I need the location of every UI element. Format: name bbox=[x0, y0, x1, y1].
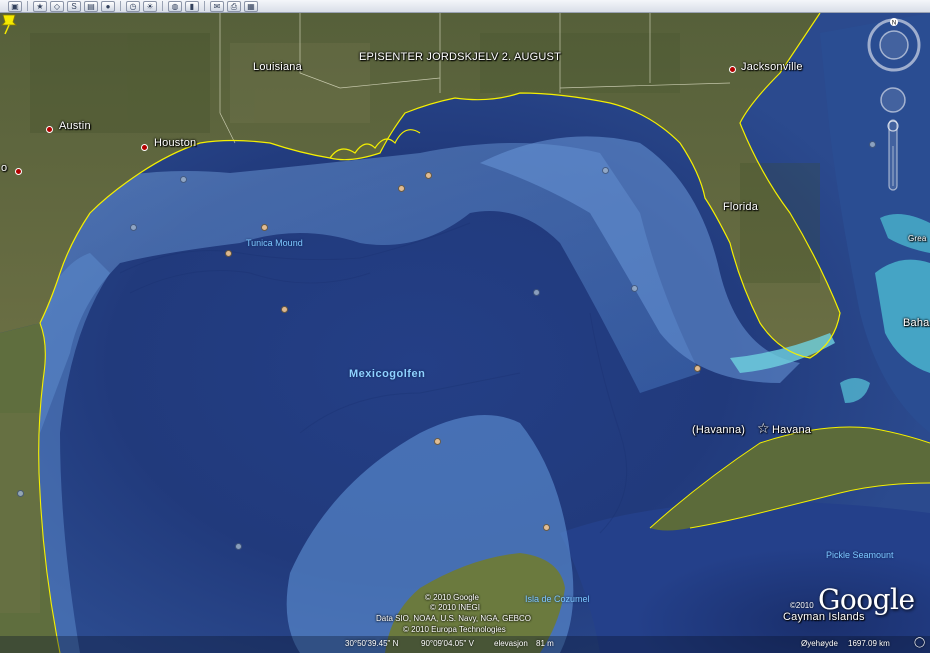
label-havana-native: (Havanna) bbox=[692, 424, 746, 436]
poi-marker[interactable] bbox=[631, 285, 638, 292]
label-bahamas-partial: Baha bbox=[903, 317, 930, 329]
poi-marker[interactable] bbox=[434, 438, 441, 445]
map-view[interactable]: EPISENTER JORDSKJELV 2. AUGUST Austin Ho… bbox=[0, 13, 930, 653]
logo-year: ©2010 bbox=[790, 601, 814, 610]
add-polygon-icon[interactable]: ◇ bbox=[50, 0, 64, 12]
ruler-icon[interactable]: ▮ bbox=[185, 0, 199, 12]
label-pickle-seamount: Pickle Seamount bbox=[826, 550, 894, 560]
city-marker-houston[interactable] bbox=[141, 144, 148, 151]
record-tour-icon[interactable]: ● bbox=[101, 0, 115, 12]
toolbar: ▣ ★ ◇ S ▤ ● ◷ ☀ ◍ ▮ ✉ ⎙ ▦ bbox=[0, 0, 930, 13]
attribution-data-sources: Data SIO, NOAA, U.S. Navy, NGA, GEBCO bbox=[376, 614, 531, 623]
status-eye-altitude-label: Øyehøyde bbox=[801, 639, 838, 648]
print-icon[interactable]: ⎙ bbox=[227, 0, 241, 12]
label-jacksonville: Jacksonville bbox=[741, 61, 803, 73]
label-edge-city: o bbox=[1, 162, 8, 174]
poi-marker[interactable] bbox=[533, 289, 540, 296]
poi-marker[interactable] bbox=[869, 141, 876, 148]
attribution-google: © 2010 Google bbox=[425, 593, 479, 602]
sidebar-toggle-icon[interactable]: ▣ bbox=[8, 0, 22, 12]
status-elevation-label: elevasjon bbox=[494, 639, 528, 648]
compass-ring-icon[interactable]: N bbox=[866, 17, 922, 73]
poi-marker[interactable] bbox=[602, 167, 609, 174]
label-isla-de-cozumel: Isla de Cozumel bbox=[525, 594, 590, 604]
poi-marker[interactable] bbox=[425, 172, 432, 179]
poi-marker[interactable] bbox=[225, 250, 232, 257]
add-overlay-icon[interactable]: ▤ bbox=[84, 0, 98, 12]
poi-marker[interactable] bbox=[235, 543, 242, 550]
city-marker-austin[interactable] bbox=[46, 126, 53, 133]
toolbar-separator bbox=[27, 1, 28, 11]
pushpin-icon[interactable] bbox=[0, 13, 18, 35]
label-havana: Havana bbox=[772, 424, 812, 436]
poi-marker[interactable] bbox=[543, 524, 550, 531]
attribution-europa: © 2010 Europa Technologies bbox=[403, 625, 506, 634]
historical-imagery-icon[interactable]: ◷ bbox=[126, 0, 140, 12]
label-great-partial: Grea bbox=[908, 234, 927, 243]
poi-marker[interactable] bbox=[17, 490, 24, 497]
status-longitude: 90°09'04.05" V bbox=[421, 639, 474, 648]
svg-text:N: N bbox=[892, 21, 896, 27]
attribution-inegi: © 2010 INEGI bbox=[430, 603, 480, 612]
email-icon[interactable]: ✉ bbox=[210, 0, 224, 12]
label-tunica-mound: Tunica Mound bbox=[246, 238, 303, 248]
add-path-icon[interactable]: S bbox=[67, 0, 81, 12]
view-in-maps-icon[interactable]: ▦ bbox=[244, 0, 258, 12]
toolbar-separator bbox=[162, 1, 163, 11]
label-florida: Florida bbox=[723, 201, 759, 213]
city-marker-jacksonville[interactable] bbox=[729, 66, 736, 73]
label-austin: Austin bbox=[59, 120, 91, 132]
poi-marker[interactable] bbox=[694, 365, 701, 372]
label-gulf-of-mexico: Mexicogolfen bbox=[349, 368, 426, 380]
google-logo: Google bbox=[818, 583, 915, 616]
toolbar-separator bbox=[204, 1, 205, 11]
map-imagery bbox=[0, 13, 930, 653]
placemark-label[interactable]: EPISENTER JORDSKJELV 2. AUGUST bbox=[359, 51, 561, 63]
sunlight-icon[interactable]: ☀ bbox=[143, 0, 157, 12]
label-houston: Houston bbox=[154, 137, 197, 149]
add-placemark-icon[interactable]: ★ bbox=[33, 0, 47, 12]
label-louisiana: Louisiana bbox=[253, 61, 302, 73]
poi-marker[interactable] bbox=[261, 224, 268, 231]
poi-marker[interactable] bbox=[398, 185, 405, 192]
status-eye-altitude: 1697.09 km bbox=[848, 639, 890, 648]
toolbar-separator bbox=[120, 1, 121, 11]
poi-marker[interactable] bbox=[130, 224, 137, 231]
streaming-indicator-icon: ◯ bbox=[914, 637, 926, 648]
poi-marker[interactable] bbox=[180, 176, 187, 183]
planets-icon[interactable]: ◍ bbox=[168, 0, 182, 12]
status-elevation: 81 m bbox=[536, 639, 554, 648]
city-marker-edge[interactable] bbox=[15, 168, 22, 175]
poi-marker[interactable] bbox=[281, 306, 288, 313]
status-latitude: 30°50'39.45" N bbox=[345, 639, 399, 648]
capital-star-icon[interactable]: ☆ bbox=[757, 420, 770, 437]
zoom-slider-icon[interactable] bbox=[878, 86, 908, 196]
